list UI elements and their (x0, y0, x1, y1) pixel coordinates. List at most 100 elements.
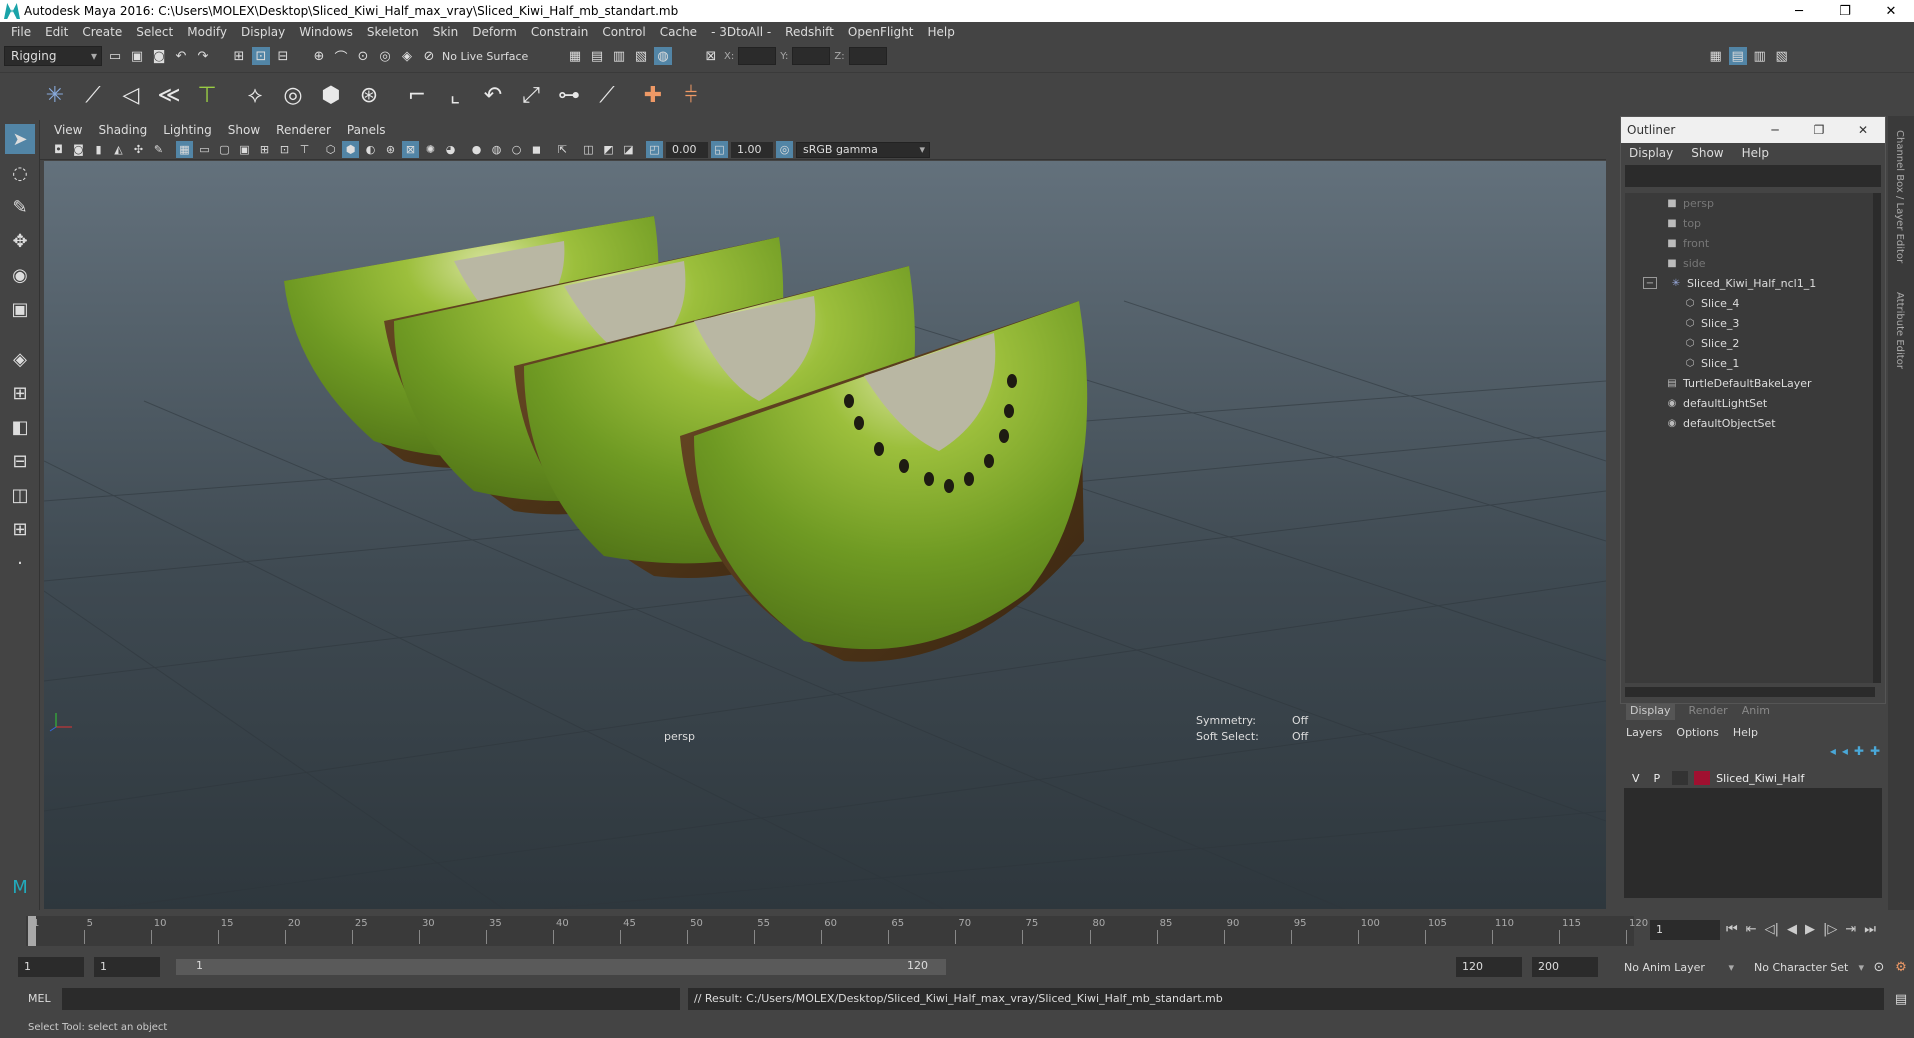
redo-icon[interactable]: ↷ (194, 47, 212, 65)
outliner-list[interactable]: ■ persp ■ top ■ front ■ side − ✳ Sliced_Kiwi_H… (1625, 193, 1875, 683)
bind-skin-icon[interactable]: ⟡ (240, 81, 270, 111)
camera-select-icon[interactable]: ◘ (50, 141, 67, 158)
wireframe-icon[interactable]: ⬡ (322, 141, 339, 158)
select-tool-icon[interactable]: ➤ (5, 124, 35, 154)
outliner-item-persp[interactable]: ■ persp (1625, 193, 1875, 213)
multisample-aa-icon[interactable]: ○ (508, 141, 525, 158)
close-button[interactable]: ✕ (1868, 4, 1914, 19)
smooth-bind-icon[interactable]: ◎ (278, 81, 308, 111)
field-chart-icon[interactable]: ⊞ (256, 141, 273, 158)
go-to-end-icon[interactable]: ⏭ (1864, 922, 1876, 937)
film-gate-icon[interactable]: ▭ (196, 141, 213, 158)
tool-settings-toggle-icon[interactable]: ▥ (1751, 47, 1769, 65)
orient-constraint-icon[interactable]: ↶ (478, 81, 508, 111)
screen-space-ao-icon[interactable]: ● (468, 141, 485, 158)
mirror-joint-icon[interactable]: ◁ (116, 81, 146, 111)
viewport-menu-view[interactable]: View (54, 123, 82, 137)
outliner-menu-help[interactable]: Help (1742, 146, 1769, 160)
snap-view-icon[interactable]: ◎ (376, 47, 394, 65)
step-forward-frame-icon[interactable]: |▷ (1823, 922, 1837, 937)
current-frame-field[interactable]: 1 (1650, 920, 1720, 940)
minimize-button[interactable]: ─ (1776, 4, 1822, 19)
outliner-item-slice-4[interactable]: ⬡ Slice_4 (1625, 293, 1875, 313)
safe-title-icon[interactable]: ⊤ (296, 141, 313, 158)
snap-grid-icon[interactable]: ⊕ (310, 47, 328, 65)
parent-constraint-icon[interactable]: ⊶ (554, 81, 584, 111)
live-surface-label[interactable]: No Live Surface (442, 50, 532, 63)
bookmark-icon[interactable]: ▮ (90, 141, 107, 158)
attribute-editor-tab[interactable]: Attribute Editor (1894, 292, 1905, 369)
gate-mask-icon[interactable]: ▣ (236, 141, 253, 158)
menu-windows[interactable]: Windows (299, 25, 353, 39)
outliner-item-slice-2[interactable]: ⬡ Slice_2 (1625, 333, 1875, 353)
exposure-icon[interactable]: ◰ (646, 141, 663, 158)
play-forwards-icon[interactable]: ▶ (1805, 922, 1815, 937)
grid-icon[interactable]: ▦ (176, 141, 193, 158)
mel-input[interactable] (62, 988, 680, 1010)
rotate-tool-icon[interactable]: ◉ (5, 260, 35, 290)
save-scene-icon[interactable]: ◙ (150, 47, 168, 65)
lattice-icon[interactable]: ⬢ (316, 81, 346, 111)
isolate-select-icon[interactable]: ⇱ (554, 141, 571, 158)
resolution-gate-icon[interactable]: ▢ (216, 141, 233, 158)
move-layer-down-icon[interactable]: ◂ (1842, 744, 1848, 766)
x-field[interactable] (738, 47, 777, 65)
menu-modify[interactable]: Modify (187, 25, 227, 39)
layer-menu-layers[interactable]: Layers (1626, 726, 1662, 739)
select-hierarchy-icon[interactable]: ⊞ (230, 47, 248, 65)
y-field[interactable] (792, 47, 831, 65)
move-tool-icon[interactable]: ✥ (5, 226, 35, 256)
channel-box-toggle-icon[interactable]: ▧ (1773, 47, 1791, 65)
gamma-icon[interactable]: ◱ (711, 141, 728, 158)
new-layer-icon[interactable]: ✚ (1854, 744, 1864, 766)
viewport-menu-lighting[interactable]: Lighting (163, 123, 212, 137)
xray-icon[interactable]: ◫ (580, 141, 597, 158)
viewport-menu-show[interactable]: Show (228, 123, 260, 137)
playback-end-field[interactable]: 120 (1456, 957, 1522, 977)
default-material-icon[interactable]: ◐ (362, 141, 379, 158)
outliner-item-side[interactable]: ■ side (1625, 253, 1875, 273)
playback-start-field[interactable]: 1 (94, 957, 160, 977)
viewport-3d[interactable]: persp Symmetry: Off Soft Select: Off (44, 161, 1606, 909)
go-to-start-icon[interactable]: ⏮ (1726, 922, 1738, 937)
step-back-frame-icon[interactable]: ◁| (1765, 922, 1779, 937)
outliner-maximize-button[interactable]: ❐ (1797, 123, 1841, 137)
menu-redshift[interactable]: Redshift (785, 25, 834, 39)
cluster-icon[interactable]: ⊛ (354, 81, 384, 111)
textured-icon[interactable]: ⊠ (402, 141, 419, 158)
ipr-render-icon[interactable]: ▥ (610, 47, 628, 65)
new-layer-selected-icon[interactable]: ✚ (1870, 744, 1880, 766)
2d-pan-icon[interactable]: ✣ (130, 141, 147, 158)
layout-presets-icon[interactable]: ⊞ (5, 514, 35, 544)
single-perspective-icon[interactable]: ◈ (5, 344, 35, 374)
shadows-icon[interactable]: ◕ (442, 141, 459, 158)
paint-select-icon[interactable]: ✎ (5, 192, 35, 222)
outliner-vertical-scrollbar[interactable] (1873, 193, 1881, 683)
use-all-lights-icon[interactable]: ✺ (422, 141, 439, 158)
step-back-key-icon[interactable]: ⇤ (1746, 922, 1757, 937)
outliner-item-objectset[interactable]: ◉ defaultObjectSet (1625, 413, 1875, 433)
mel-label[interactable]: MEL (28, 992, 51, 1005)
outliner-minimize-button[interactable]: ─ (1753, 123, 1797, 137)
menu-create[interactable]: Create (82, 25, 122, 39)
range-bar[interactable]: 1 120 (176, 959, 946, 975)
pole-vector-icon[interactable]: ⟋ (592, 81, 622, 111)
time-slider-track[interactable]: 1 5 10 15 20 25 30 35 40 45 50 55 60 65 70 75 80 85 90 95 10… (26, 916, 1648, 946)
play-backwards-icon[interactable]: ◀ (1787, 922, 1797, 937)
animation-end-field[interactable]: 200 (1532, 957, 1598, 977)
outliner-close-button[interactable]: ✕ (1841, 123, 1885, 137)
scale-tool-icon[interactable]: ▣ (5, 294, 35, 324)
layer-visibility-toggle[interactable]: V (1632, 772, 1640, 785)
menu-file[interactable]: File (11, 25, 31, 39)
more-layouts-icon[interactable]: · (5, 548, 35, 578)
four-view-icon[interactable]: ⊞ (5, 378, 35, 408)
safe-action-icon[interactable]: ⊡ (276, 141, 293, 158)
maximize-button[interactable]: ❐ (1822, 4, 1868, 19)
color-management-icon[interactable]: ◎ (776, 141, 793, 158)
ik-handle-icon[interactable]: ≪ (154, 81, 184, 111)
viewport-menu-panels[interactable]: Panels (347, 123, 386, 137)
menu-select[interactable]: Select (136, 25, 173, 39)
menu-cache[interactable]: Cache (660, 25, 697, 39)
render-frame-icon[interactable]: ▤ (588, 47, 606, 65)
menu-openflight[interactable]: OpenFlight (848, 25, 914, 39)
